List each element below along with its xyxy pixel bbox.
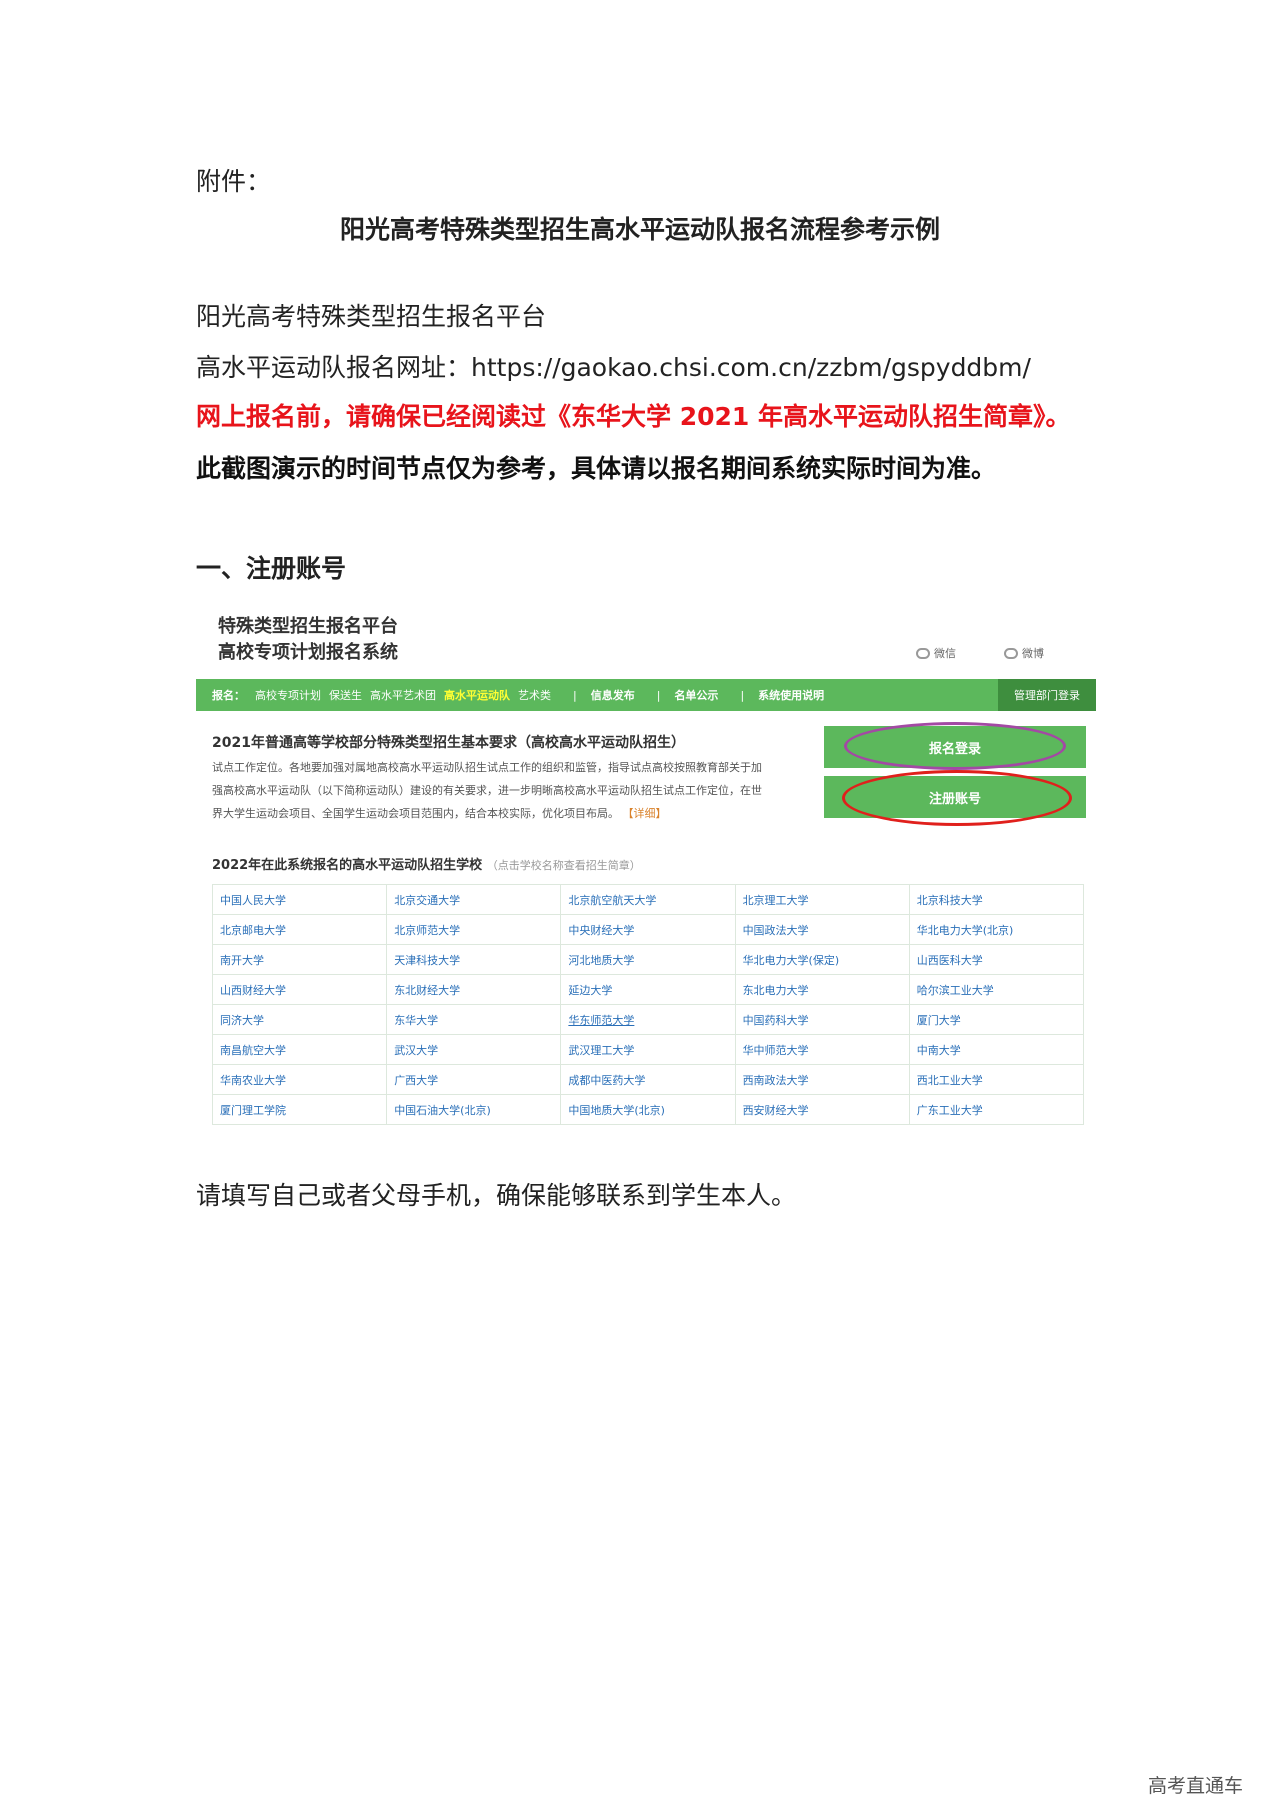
platform-name: 阳光高考特殊类型招生报名平台 bbox=[196, 302, 547, 331]
site-title: 特殊类型招生报名平台 高校专项计划报名系统 bbox=[218, 614, 398, 666]
requirements-text: 试点工作定位。各地要加强对属地高校高水平运动队招生试点工作的组织和监管，指导试点… bbox=[212, 761, 762, 820]
school-link[interactable]: 华南农业大学 bbox=[211, 1064, 388, 1095]
school-link[interactable]: 中南大学 bbox=[908, 1034, 1085, 1065]
nav-label: 报名： bbox=[212, 689, 245, 702]
school-link[interactable]: 华北电力大学(北京) bbox=[908, 914, 1085, 945]
school-link[interactable]: 厦门理工学院 bbox=[211, 1094, 388, 1125]
school-link[interactable]: 西南政法大学 bbox=[734, 1064, 910, 1095]
school-link[interactable]: 东北电力大学 bbox=[734, 974, 910, 1005]
phone-note: 请填写自己或者父母手机，确保能够联系到学生本人。 bbox=[196, 1181, 797, 1210]
schools-title-text: 2022年在此系统报名的高水平运动队招生学校 bbox=[212, 858, 483, 873]
notice-bold: 此截图演示的时间节点仅为参考，具体请以报名期间系统实际时间为准。 bbox=[196, 454, 997, 483]
school-link[interactable]: 西安财经大学 bbox=[734, 1094, 910, 1125]
school-link[interactable]: 武汉大学 bbox=[386, 1034, 562, 1065]
embedded-screenshot: 特殊类型招生报名平台 高校专项计划报名系统 微信 微博 报名： 高校专项计划 保… bbox=[196, 608, 1096, 1138]
school-link[interactable]: 华东师范大学 bbox=[560, 1004, 736, 1035]
school-link[interactable]: 山西财经大学 bbox=[211, 974, 388, 1005]
schools-title: 2022年在此系统报名的高水平运动队招生学校 （点击学校名称查看招生简章） bbox=[212, 854, 641, 873]
school-link[interactable]: 中国石油大学(北京) bbox=[386, 1094, 562, 1125]
nav-item-recommended[interactable]: 保送生 bbox=[329, 687, 362, 703]
school-link[interactable]: 北京交通大学 bbox=[386, 884, 562, 915]
registration-url: 高水平运动队报名网址：https://gaokao.chsi.com.cn/zz… bbox=[196, 353, 1031, 382]
nav-item-info[interactable]: 信息发布 bbox=[591, 687, 635, 703]
school-link[interactable]: 武汉理工大学 bbox=[560, 1034, 736, 1065]
details-link[interactable]: 【详细】 bbox=[623, 807, 667, 820]
school-link[interactable]: 哈尔滨工业大学 bbox=[908, 974, 1085, 1005]
weibo-icon bbox=[1004, 647, 1018, 659]
footer-watermark: 高考直通车 bbox=[1148, 1775, 1244, 1797]
wechat-label: 微信 bbox=[934, 647, 956, 660]
site-title-line-2: 高校专项计划报名系统 bbox=[218, 642, 398, 663]
school-link[interactable]: 华北电力大学(保定) bbox=[734, 944, 910, 975]
school-link[interactable]: 中国人民大学 bbox=[211, 884, 388, 915]
table-row: 同济大学 东华大学 华东师范大学 中国药科大学 厦门大学 bbox=[211, 1004, 1085, 1035]
school-link[interactable]: 南开大学 bbox=[211, 944, 388, 975]
school-link[interactable]: 北京邮电大学 bbox=[211, 914, 388, 945]
school-link[interactable]: 天津科技大学 bbox=[386, 944, 562, 975]
school-link[interactable]: 北京科技大学 bbox=[908, 884, 1085, 915]
requirements-title: 2021年普通高等学校部分特殊类型招生基本要求（高校高水平运动队招生） bbox=[212, 735, 685, 751]
table-row: 南开大学 天津科技大学 河北地质大学 华北电力大学(保定) 山西医科大学 bbox=[211, 944, 1085, 975]
school-link[interactable]: 北京师范大学 bbox=[386, 914, 562, 945]
school-link[interactable]: 广西大学 bbox=[386, 1064, 562, 1095]
wechat-link[interactable]: 微信 bbox=[916, 645, 956, 661]
register-button[interactable]: 注册账号 bbox=[824, 776, 1086, 818]
school-link[interactable]: 西北工业大学 bbox=[908, 1064, 1085, 1095]
school-link[interactable]: 延边大学 bbox=[560, 974, 736, 1005]
nav-item-arts[interactable]: 艺术类 bbox=[518, 687, 551, 703]
nav-item-guide[interactable]: 系统使用说明 bbox=[758, 687, 824, 703]
wechat-icon bbox=[916, 647, 930, 659]
site-title-line-1: 特殊类型招生报名平台 bbox=[218, 616, 398, 637]
school-link[interactable]: 厦门大学 bbox=[908, 1004, 1085, 1035]
school-link[interactable]: 成都中医药大学 bbox=[560, 1064, 736, 1095]
nav-separator: | bbox=[656, 688, 661, 702]
table-row: 北京邮电大学 北京师范大学 中央财经大学 中国政法大学 华北电力大学(北京) bbox=[211, 914, 1085, 945]
nav-item-publicity[interactable]: 名单公示 bbox=[674, 687, 718, 703]
school-link[interactable]: 南昌航空大学 bbox=[211, 1034, 388, 1065]
weibo-label: 微博 bbox=[1022, 647, 1044, 660]
notice-red: 网上报名前，请确保已经阅读过《东华大学 2021 年高水平运动队招生简章》。 bbox=[196, 402, 1071, 431]
school-link[interactable]: 广东工业大学 bbox=[908, 1094, 1085, 1125]
attachment-label: 附件： bbox=[196, 167, 272, 196]
school-link[interactable]: 北京航空航天大学 bbox=[560, 884, 736, 915]
schools-table: 中国人民大学 北京交通大学 北京航空航天大学 北京理工大学 北京科技大学 北京邮… bbox=[211, 884, 1085, 1125]
section-title-register: 一、注册账号 bbox=[196, 554, 347, 583]
login-button[interactable]: 报名登录 bbox=[824, 726, 1086, 768]
nav-item-art-troupe[interactable]: 高水平艺术团 bbox=[370, 687, 436, 703]
school-link[interactable]: 中央财经大学 bbox=[560, 914, 736, 945]
school-link[interactable]: 东华大学 bbox=[386, 1004, 562, 1035]
document-title: 阳光高考特殊类型招生高水平运动队报名流程参考示例 bbox=[339, 215, 940, 244]
table-row: 华南农业大学 广西大学 成都中医药大学 西南政法大学 西北工业大学 bbox=[211, 1064, 1085, 1095]
school-link[interactable]: 东北财经大学 bbox=[386, 974, 562, 1005]
weibo-link[interactable]: 微博 bbox=[1004, 645, 1044, 661]
admin-login-button[interactable]: 管理部门登录 bbox=[998, 679, 1096, 711]
school-link[interactable]: 山西医科大学 bbox=[908, 944, 1085, 975]
nav-item-special-plan[interactable]: 高校专项计划 bbox=[255, 687, 321, 703]
school-link[interactable]: 河北地质大学 bbox=[560, 944, 736, 975]
table-row: 南昌航空大学 武汉大学 武汉理工大学 华中师范大学 中南大学 bbox=[211, 1034, 1085, 1065]
nav-separator: | bbox=[740, 688, 745, 702]
school-link[interactable]: 中国药科大学 bbox=[734, 1004, 910, 1035]
schools-hint: （点击学校名称查看招生简章） bbox=[486, 859, 641, 872]
school-link[interactable]: 同济大学 bbox=[211, 1004, 388, 1035]
table-row: 中国人民大学 北京交通大学 北京航空航天大学 北京理工大学 北京科技大学 bbox=[211, 884, 1085, 915]
school-link[interactable]: 中国政法大学 bbox=[734, 914, 910, 945]
school-link[interactable]: 中国地质大学(北京) bbox=[560, 1094, 736, 1125]
nav-bar: 报名： 高校专项计划 保送生 高水平艺术团 高水平运动队 艺术类 | 信息发布 … bbox=[196, 679, 1096, 711]
nav-separator: | bbox=[573, 688, 577, 702]
nav-item-sports-team[interactable]: 高水平运动队 bbox=[444, 687, 510, 703]
school-link[interactable]: 华中师范大学 bbox=[734, 1034, 910, 1065]
requirements-body: 试点工作定位。各地要加强对属地高校高水平运动队招生试点工作的组织和监管，指导试点… bbox=[212, 756, 772, 825]
table-row: 山西财经大学 东北财经大学 延边大学 东北电力大学 哈尔滨工业大学 bbox=[211, 974, 1085, 1005]
table-row: 厦门理工学院 中国石油大学(北京) 中国地质大学(北京) 西安财经大学 广东工业… bbox=[211, 1094, 1085, 1125]
school-link[interactable]: 北京理工大学 bbox=[734, 884, 910, 915]
